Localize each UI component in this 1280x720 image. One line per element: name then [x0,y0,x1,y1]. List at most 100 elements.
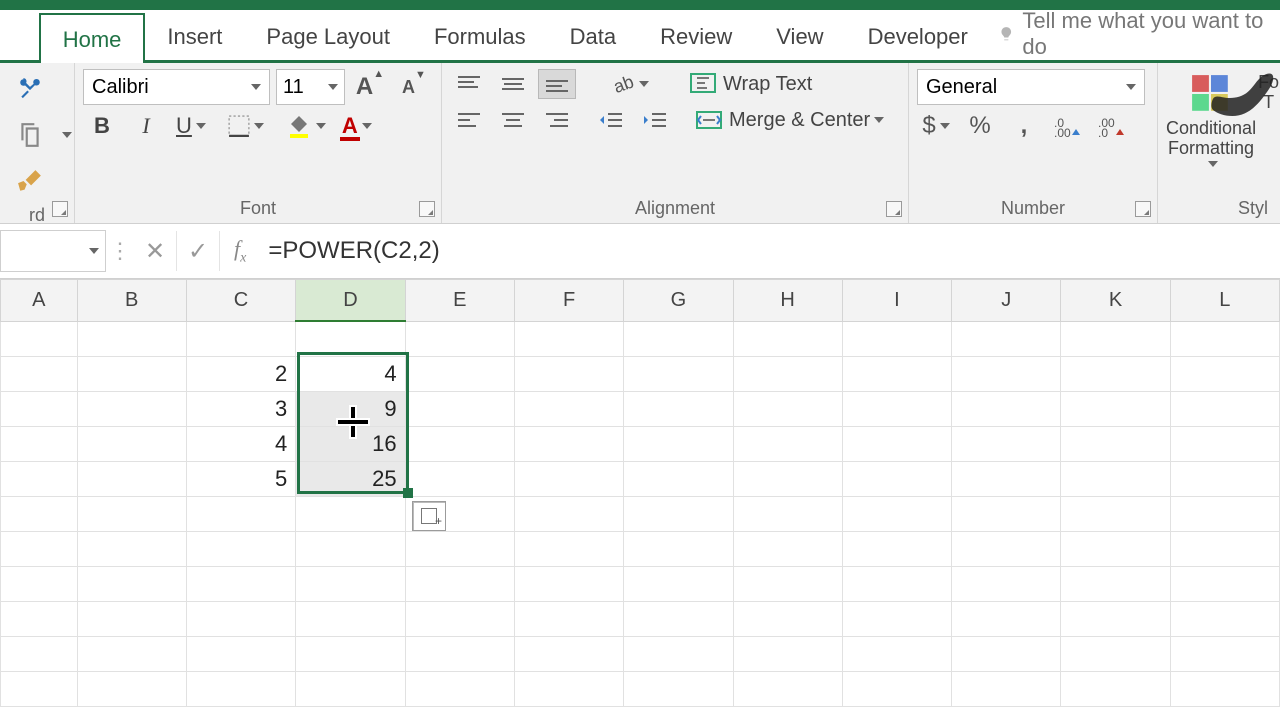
copy-dropdown-icon[interactable] [62,132,72,138]
percent-icon: % [969,112,990,140]
col-K[interactable]: K [1061,280,1170,322]
decrease-font-icon: A▼ [402,77,426,98]
cell-C5[interactable]: 5 [186,462,295,497]
font-dialog-launcher[interactable] [419,201,435,217]
cell-C4[interactable]: 4 [186,427,295,462]
chevron-down-icon [196,123,206,129]
chevron-down-icon [251,84,261,90]
formula-bar: ⋮ ✕ ✓ fx [0,224,1280,279]
col-L[interactable]: L [1170,280,1279,322]
chevron-down-icon [254,123,264,129]
number-group-label: Number [917,194,1149,221]
col-H[interactable]: H [733,280,842,322]
increase-font-button[interactable]: A▲ [351,72,389,102]
cell-D3[interactable]: 9 [296,392,405,427]
font-group-label: Font [83,194,433,221]
cell-C2[interactable]: 2 [186,357,295,392]
decrease-indent-button[interactable] [592,105,630,135]
autofill-options-button[interactable]: + [412,501,446,531]
percent-format-button[interactable]: % [961,111,999,141]
italic-button[interactable]: I [127,111,165,141]
align-middle-button[interactable] [494,69,532,99]
align-right-button[interactable] [538,105,576,135]
number-format-combo[interactable]: General [917,69,1145,105]
merge-center-label: Merge & Center [729,109,870,132]
tab-view[interactable]: View [754,12,845,60]
decrease-decimal-icon: .00.0 [1098,115,1126,137]
increase-font-icon: A▲ [356,73,384,101]
copy-button[interactable] [8,115,52,155]
col-F[interactable]: F [514,280,623,322]
bold-icon: B [94,113,110,139]
merge-center-button[interactable]: Merge & Center [690,105,900,135]
tab-developer[interactable]: Developer [846,12,990,60]
cell-C3[interactable]: 3 [186,392,295,427]
name-box[interactable] [0,230,106,272]
font-name-value: Calibri [92,76,149,99]
col-G[interactable]: G [624,280,733,322]
cell-D4[interactable]: 16 [296,427,405,462]
col-B[interactable]: B [77,280,186,322]
scissors-icon [17,76,43,102]
paintbrush-icon [17,168,43,194]
orientation-icon: ab [609,71,635,97]
font-name-combo[interactable]: Calibri [83,69,270,105]
copy-icon [17,122,43,148]
align-left-button[interactable] [450,105,488,135]
align-bottom-button[interactable] [538,69,576,99]
column-headers[interactable]: A B C D E F G H I J K L [1,280,1280,322]
tab-formulas[interactable]: Formulas [412,12,548,60]
col-C[interactable]: C [186,280,295,322]
enter-formula-button[interactable]: ✓ [177,231,220,271]
fx-icon[interactable]: fx [220,236,260,266]
col-D[interactable]: D [296,280,405,322]
font-size-value: 11 [283,76,304,99]
tab-home[interactable]: Home [39,13,146,63]
underline-button[interactable]: U [171,111,211,141]
col-I[interactable]: I [842,280,951,322]
cell-D5[interactable]: 25 [296,462,405,497]
wrap-text-button[interactable]: Wrap Text [684,69,844,99]
formula-input[interactable] [260,230,1280,272]
increase-indent-button[interactable] [636,105,674,135]
fill-color-button[interactable] [281,111,331,141]
orientation-button[interactable]: ab [604,69,654,99]
format-painter-button[interactable] [8,161,52,201]
check-icon: ✓ [188,237,208,266]
group-number: General $ % , .0.00 .00.0 Number [909,63,1158,223]
font-size-combo[interactable]: 11 [276,69,345,105]
tab-data[interactable]: Data [548,12,638,60]
spreadsheet-grid[interactable]: A B C D E F G H I J K L 24 39 416 525 [0,279,1280,707]
align-top-button[interactable] [450,69,488,99]
tab-insert[interactable]: Insert [145,12,244,60]
group-font: Calibri 11 A▲ A▼ B I U [75,63,442,223]
decrease-font-button[interactable]: A▼ [395,72,433,102]
cell-D2[interactable]: 4 [296,357,405,392]
col-J[interactable]: J [952,280,1061,322]
tell-me-search[interactable]: Tell me what you want to do [990,8,1280,60]
borders-button[interactable] [223,111,269,141]
col-E[interactable]: E [405,280,514,322]
font-color-button[interactable]: A [337,111,377,141]
bold-button[interactable]: B [83,111,121,141]
decrease-decimal-button[interactable]: .00.0 [1093,111,1131,141]
lightbulb-icon [998,23,1015,45]
alignment-dialog-launcher[interactable] [886,201,902,217]
accounting-format-button[interactable]: $ [917,111,955,141]
align-center-button[interactable] [494,105,532,135]
clipboard-dialog-launcher[interactable] [52,201,68,217]
cancel-formula-button[interactable]: ✕ [134,231,177,271]
cut-button[interactable] [8,69,52,109]
number-dialog-launcher[interactable] [1135,201,1151,217]
increase-decimal-button[interactable]: .0.00 [1049,111,1087,141]
ribbon: rd Calibri 11 A▲ A▼ B I U [0,63,1280,224]
paint-bucket-icon [286,114,312,138]
comma-format-button[interactable]: , [1005,111,1043,141]
font-color-icon: A [342,113,358,139]
tab-review[interactable]: Review [638,12,754,60]
separator: ⋮ [106,238,134,264]
col-A[interactable]: A [1,280,78,322]
dollar-icon: $ [922,112,935,140]
tab-page-layout[interactable]: Page Layout [244,12,412,60]
align-left-icon [456,110,482,130]
